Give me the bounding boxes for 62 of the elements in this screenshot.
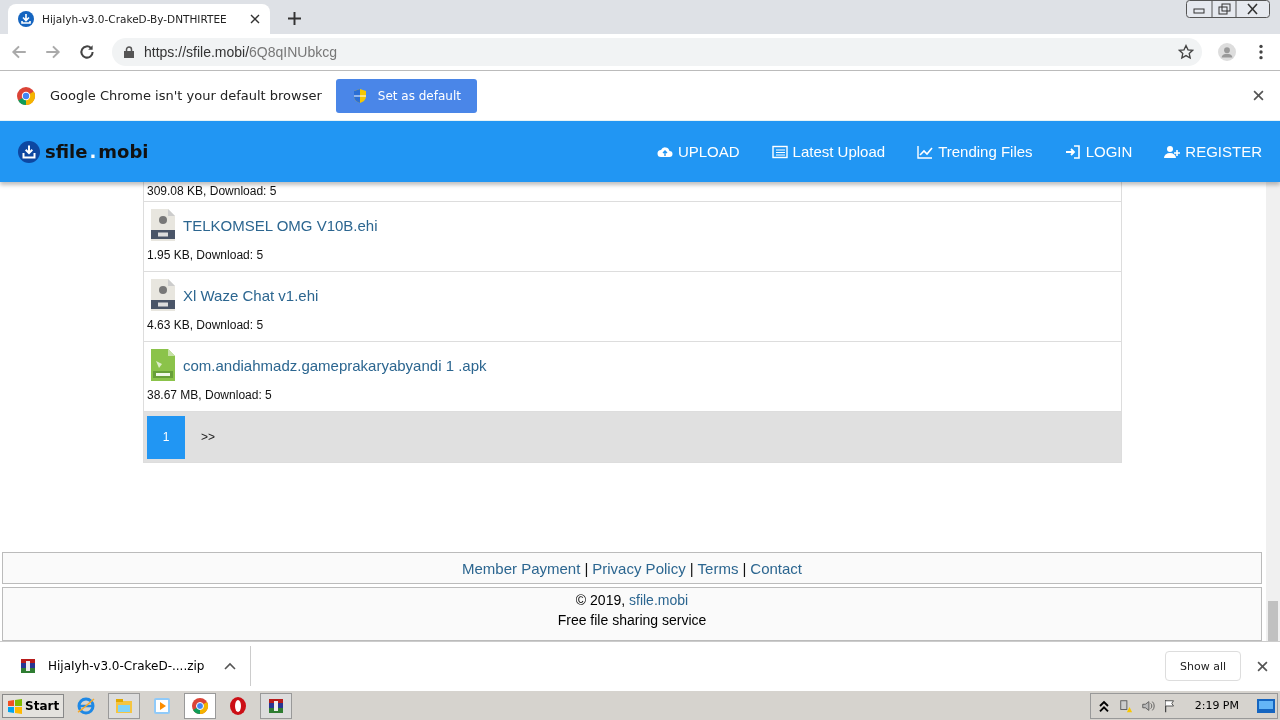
site-logo[interactable]: sfile.mobi [18,140,149,163]
scrollbar[interactable] [1266,182,1280,641]
file-meta: 309.08 KB, Download: 5 [147,184,278,198]
set-default-button[interactable]: Set as default [335,78,477,113]
windows-logo-icon [7,697,23,714]
infobar-message: Google Chrome isn't your default browser [50,88,322,103]
nav-link[interactable]: Latest Upload [771,143,886,160]
site-link[interactable]: sfile.mobi [629,592,689,608]
archive-icon [20,658,36,674]
separator: | [742,559,747,577]
copyright-text: © 2019, [575,592,626,608]
clock[interactable]: 2:19 PM [1194,699,1239,712]
file-link[interactable]: Xl Waze Chat v1.ehi [183,286,319,304]
footer-link[interactable]: Terms [697,559,739,577]
nav-link[interactable]: UPLOAD [656,143,740,160]
network-warning-icon[interactable] [1118,697,1133,714]
page-button[interactable]: >> [189,415,227,459]
start-button[interactable]: Start [2,693,65,718]
list-icon [771,144,788,159]
cloud-upload-icon [656,144,673,159]
address-bar[interactable]: https://sfile.mobi/6Q8qINUbkcg [112,38,1202,66]
nav-link[interactable]: Trending Files [917,143,1033,160]
chrome-icon [16,85,36,106]
archive-icon[interactable] [260,692,293,719]
show-all-button[interactable]: Show all [1164,651,1241,681]
nav-link[interactable]: LOGIN [1064,143,1133,160]
file-link[interactable]: TELKOMSEL OMG V10B.ehi [183,216,378,234]
close-icon[interactable] [1253,90,1264,101]
file-icon [151,279,175,311]
footer-link[interactable]: Member Payment [462,559,581,577]
file-meta: 4.63 KB, Download: 5 [147,318,265,332]
file-icon [151,349,175,381]
add-user-icon [1164,144,1181,159]
tagline: Free file sharing service [557,612,707,628]
file-icon [151,209,175,241]
download-item[interactable]: HijaIyh-v3.0-CrakeD-....zip [20,646,252,686]
footer-link[interactable]: Privacy Policy [592,559,686,577]
file-link[interactable]: com.andiahmadz.gameprakaryabyandi 1 .apk [183,356,487,374]
reload-icon[interactable] [78,43,96,61]
lock-icon [124,46,134,58]
page-button[interactable]: 1 [147,415,185,459]
footer-link[interactable]: Contact [750,559,802,577]
file-meta: 38.67 MB, Download: 5 [147,388,273,402]
star-icon[interactable] [1178,44,1194,60]
opera-icon[interactable] [228,695,249,716]
profile-icon[interactable] [1218,43,1236,61]
download-icon [18,11,34,27]
chart-icon [917,144,934,159]
separator: | [584,559,589,577]
caret-icon[interactable] [224,662,237,670]
close-icon[interactable] [250,14,260,24]
nav-link[interactable]: REGISTER [1164,143,1262,160]
flag-icon[interactable] [1162,697,1177,714]
file-meta: 1.95 KB, Download: 5 [147,248,265,262]
new-tab-icon[interactable] [288,12,301,25]
separator: | [689,559,694,577]
close-icon[interactable] [1257,660,1268,672]
show-desktop-icon[interactable] [1257,698,1275,713]
shield-icon [351,87,368,104]
chrome-icon[interactable] [184,692,217,719]
login-icon [1064,144,1081,159]
browser-tab[interactable]: HijaIyh-v3.0-CrakeD-By-DNTHIRTEE [8,4,270,34]
